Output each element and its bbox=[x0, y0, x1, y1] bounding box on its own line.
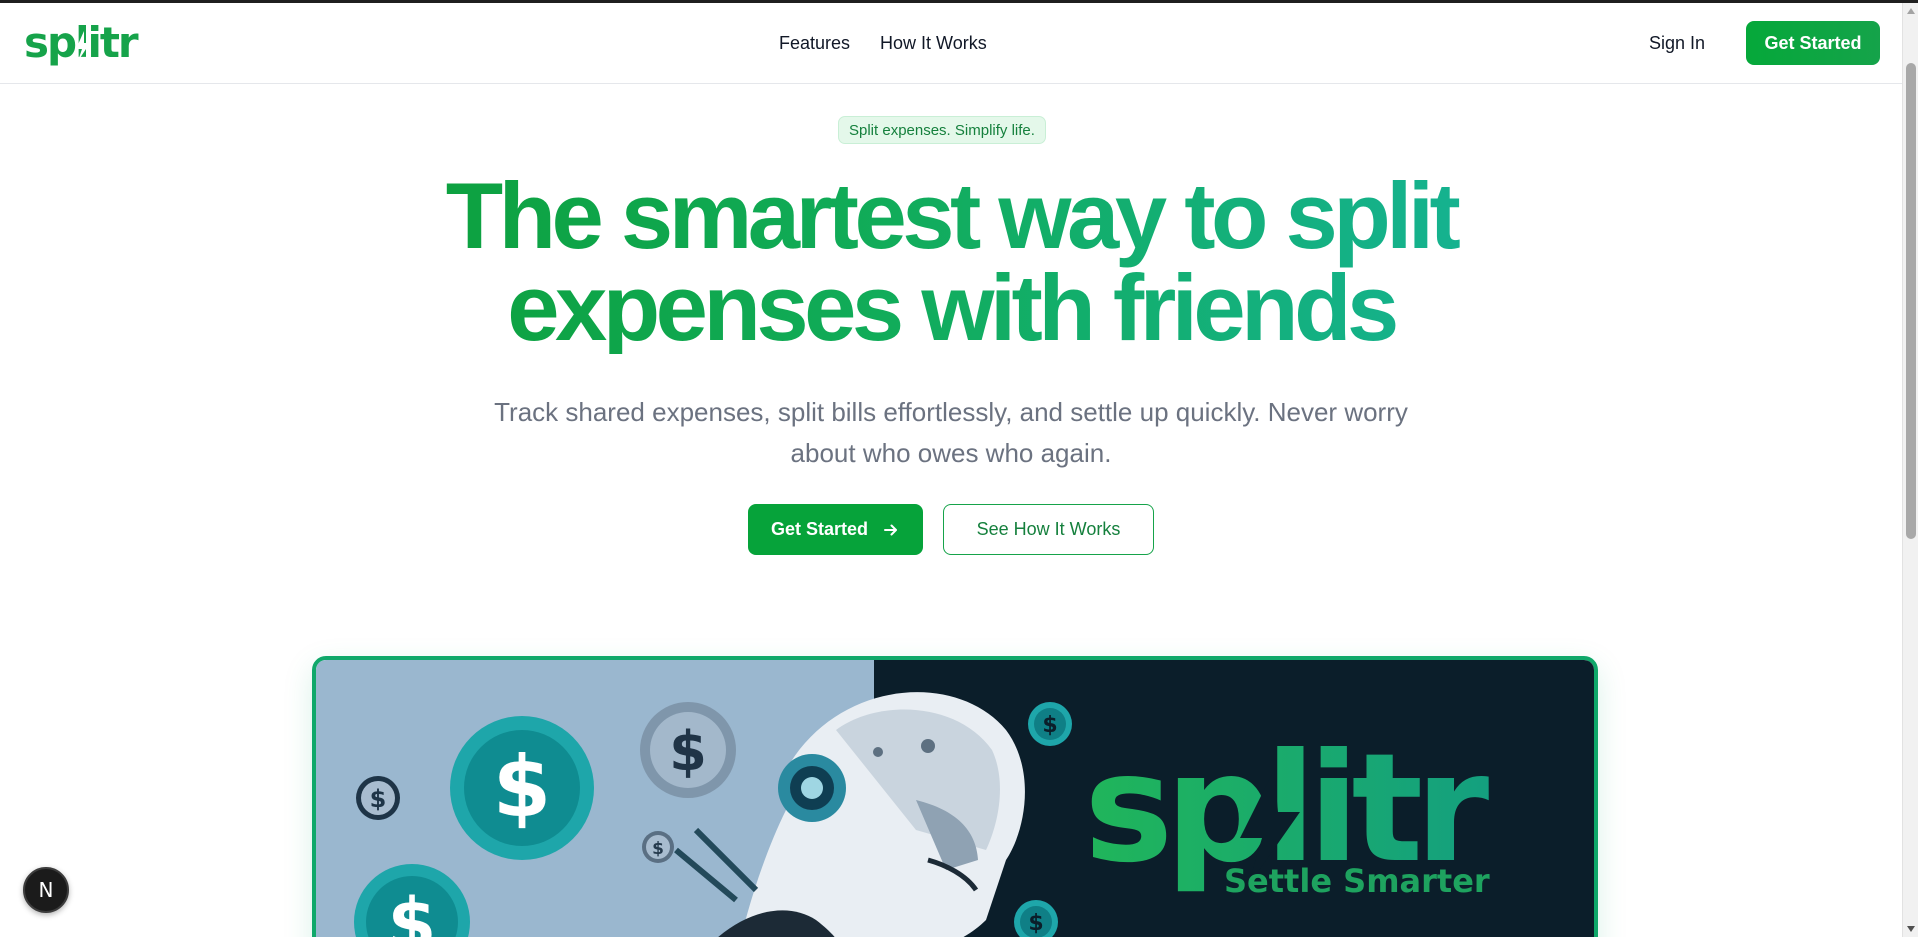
main-nav: Features How It Works bbox=[779, 33, 987, 54]
dollar-coin-icon: $ bbox=[1028, 702, 1072, 746]
hero-title-line-1: The smartest way to split bbox=[445, 163, 1457, 268]
svg-text:$: $ bbox=[669, 720, 707, 783]
see-how-it-works-button[interactable]: See How It Works bbox=[943, 504, 1154, 555]
scroll-down-icon[interactable] bbox=[1903, 921, 1918, 937]
hero-get-started-label: Get Started bbox=[770, 519, 869, 539]
hero-get-started-button[interactable]: Get Started bbox=[748, 504, 923, 555]
svg-text:$: $ bbox=[388, 883, 437, 937]
scroll-up-icon[interactable] bbox=[1903, 3, 1918, 19]
svg-text:$: $ bbox=[493, 738, 551, 836]
sign-in-link[interactable]: Sign In bbox=[1649, 33, 1705, 54]
svg-text:$: $ bbox=[1028, 911, 1043, 936]
nav-link-how-it-works[interactable]: How It Works bbox=[880, 33, 987, 54]
page: splitr Features How It Works Sign In Get… bbox=[0, 0, 1918, 937]
dollar-coin-icon: $ bbox=[450, 716, 594, 860]
hero-badge: Split expenses. Simplify life. bbox=[838, 116, 1046, 144]
nav-link-features[interactable]: Features bbox=[779, 33, 850, 54]
nextjs-dev-indicator-button[interactable]: N bbox=[23, 867, 69, 913]
dollar-coin-icon: $ bbox=[640, 702, 736, 798]
preview-tagline: Settle Smarter bbox=[1224, 862, 1490, 900]
vertical-scrollbar[interactable] bbox=[1902, 3, 1918, 937]
dollar-coin-icon: $ bbox=[356, 776, 400, 820]
hero-title-line-2: expenses with friends bbox=[507, 255, 1395, 360]
scrollbar-thumb[interactable] bbox=[1906, 63, 1916, 539]
svg-text:$: $ bbox=[370, 785, 387, 813]
arrow-right-icon bbox=[882, 521, 900, 539]
splitr-logo[interactable]: splitr bbox=[24, 17, 142, 69]
hero-preview-image: $ $ $ $ $ $ $ splitr Settle Smarter bbox=[312, 656, 1598, 937]
dollar-coin-icon: $ bbox=[642, 831, 674, 863]
svg-text:$: $ bbox=[652, 839, 664, 859]
svg-text:$: $ bbox=[1042, 713, 1057, 738]
header-get-started-button[interactable]: Get Started bbox=[1746, 21, 1880, 65]
hero-subtitle: Track shared expenses, split bills effor… bbox=[494, 397, 1408, 468]
site-header: splitr Features How It Works Sign In Get… bbox=[0, 3, 1902, 84]
hero-title: The smartest way to split expenses with … bbox=[359, 170, 1543, 354]
